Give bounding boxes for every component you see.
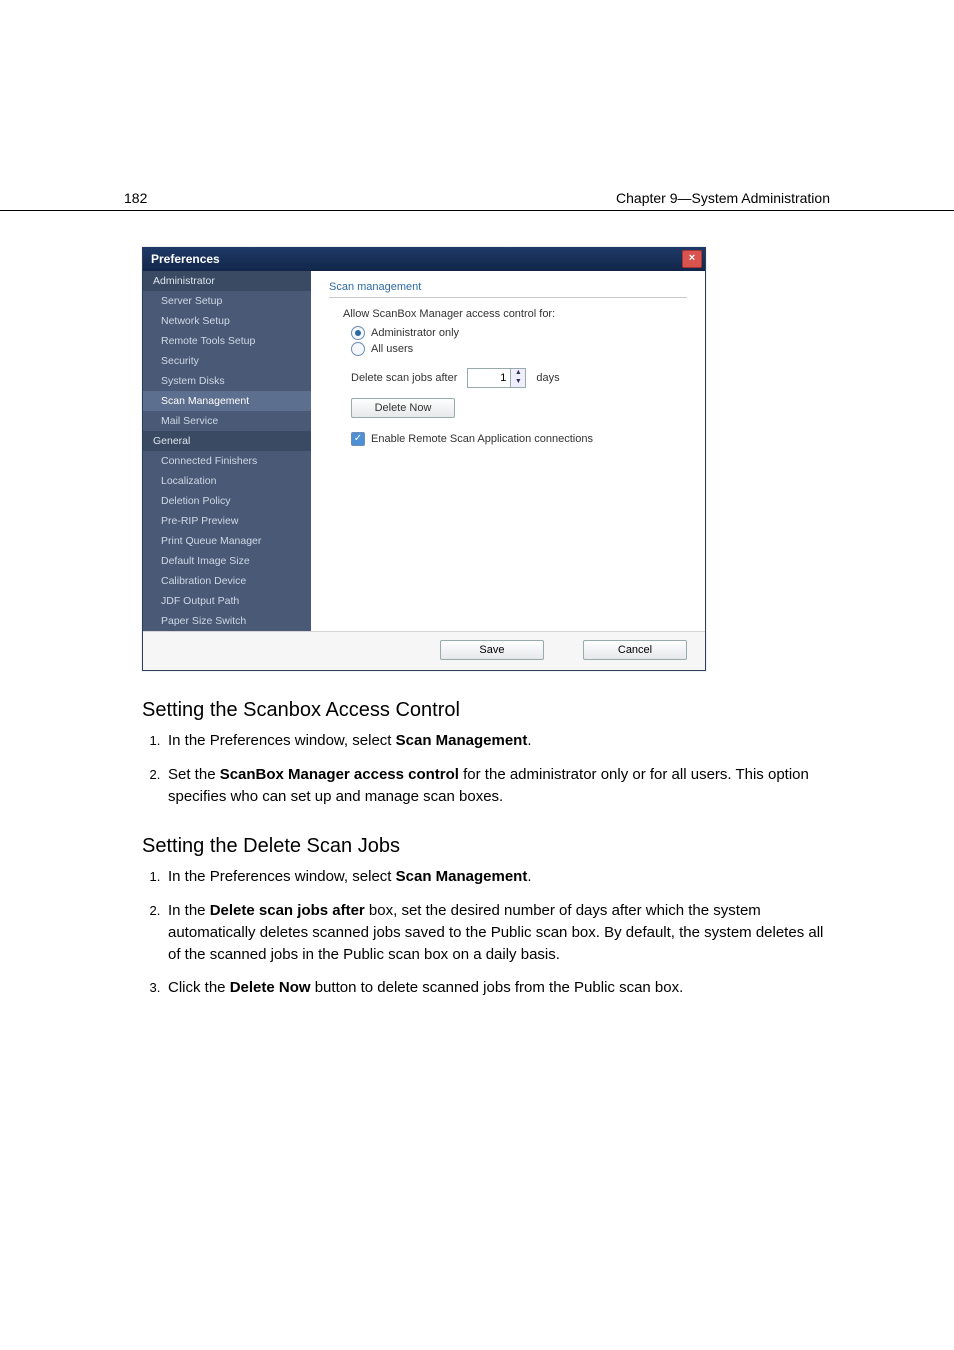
- section-heading-scanbox-access: Setting the Scanbox Access Control: [142, 699, 830, 722]
- sidebar-item-remote-tools-setup[interactable]: Remote Tools Setup: [143, 331, 311, 351]
- delete-after-label: Delete scan jobs after: [351, 372, 457, 384]
- sidebar-item-scan-management[interactable]: Scan Management: [143, 391, 311, 411]
- bold-text: Scan Management: [396, 868, 528, 885]
- radio-administrator-only[interactable]: Administrator only: [351, 326, 687, 340]
- chapter-title: Chapter 9—System Administration: [616, 190, 830, 206]
- page-header: 182 Chapter 9—System Administration: [0, 0, 954, 211]
- checkbox-icon: [351, 432, 365, 446]
- sidebar-item-jdf-output-path[interactable]: JDF Output Path: [143, 591, 311, 611]
- sidebar-group-general: General: [143, 431, 311, 451]
- radio-icon: [351, 342, 365, 356]
- save-button[interactable]: Save: [440, 640, 544, 660]
- list-item: Set the ScanBox Manager access control f…: [164, 764, 830, 808]
- bold-text: Scan Management: [396, 732, 528, 749]
- sidebar-item-system-disks[interactable]: System Disks: [143, 371, 311, 391]
- delete-days-input[interactable]: [468, 369, 510, 387]
- checkbox-label: Enable Remote Scan Application connectio…: [371, 433, 593, 445]
- text: In the Preferences window, select: [168, 732, 396, 749]
- sidebar-item-server-setup[interactable]: Server Setup: [143, 291, 311, 311]
- sidebar-item-localization[interactable]: Localization: [143, 471, 311, 491]
- delete-days-stepper[interactable]: ▲ ▼: [467, 368, 526, 388]
- dialog-title: Preferences: [151, 252, 220, 266]
- dialog-footer: Save Cancel: [143, 631, 705, 670]
- cancel-button[interactable]: Cancel: [583, 640, 687, 660]
- stepper-down-icon[interactable]: ▼: [511, 378, 525, 387]
- list-item: In the Delete scan jobs after box, set t…: [164, 900, 830, 965]
- sidebar-item-mail-service[interactable]: Mail Service: [143, 411, 311, 431]
- sidebar-item-connected-finishers[interactable]: Connected Finishers: [143, 451, 311, 471]
- radio-all-users[interactable]: All users: [351, 342, 687, 356]
- access-control-label: Allow ScanBox Manager access control for…: [343, 308, 687, 320]
- text: Click the: [168, 979, 230, 996]
- stepper-up-icon[interactable]: ▲: [511, 369, 525, 378]
- close-icon[interactable]: ×: [682, 250, 702, 268]
- sidebar-item-calibration-device[interactable]: Calibration Device: [143, 571, 311, 591]
- page-number: 182: [124, 190, 147, 206]
- list-item: In the Preferences window, select Scan M…: [164, 730, 830, 752]
- radio-label: Administrator only: [371, 327, 459, 339]
- delete-days-unit: days: [536, 372, 559, 384]
- preferences-dialog: Preferences × Administrator Server Setup…: [142, 247, 706, 671]
- section-heading-delete-scan-jobs: Setting the Delete Scan Jobs: [142, 835, 830, 858]
- sidebar-item-security[interactable]: Security: [143, 351, 311, 371]
- enable-remote-scan-checkbox[interactable]: Enable Remote Scan Application connectio…: [351, 432, 687, 446]
- sidebar-group-administrator: Administrator: [143, 271, 311, 291]
- sidebar-item-print-queue-manager[interactable]: Print Queue Manager: [143, 531, 311, 551]
- sidebar-item-pre-rip-preview[interactable]: Pre-RIP Preview: [143, 511, 311, 531]
- text: In the: [168, 902, 210, 919]
- panel-section-title: Scan management: [329, 281, 687, 298]
- steps-list: In the Preferences window, select Scan M…: [142, 866, 830, 999]
- scan-management-panel: Scan management Allow ScanBox Manager ac…: [311, 271, 705, 631]
- list-item: Click the Delete Now button to delete sc…: [164, 977, 830, 999]
- content-area: Preferences × Administrator Server Setup…: [0, 211, 954, 999]
- delete-now-button[interactable]: Delete Now: [351, 398, 455, 418]
- steps-list: In the Preferences window, select Scan M…: [142, 730, 830, 807]
- sidebar-item-paper-size-switch[interactable]: Paper Size Switch: [143, 611, 311, 631]
- radio-label: All users: [371, 343, 413, 355]
- text: In the Preferences window, select: [168, 868, 396, 885]
- sidebar-item-default-image-size[interactable]: Default Image Size: [143, 551, 311, 571]
- sidebar-item-deletion-policy[interactable]: Deletion Policy: [143, 491, 311, 511]
- sidebar-item-network-setup[interactable]: Network Setup: [143, 311, 311, 331]
- text: .: [527, 732, 531, 749]
- preferences-sidebar: Administrator Server Setup Network Setup…: [143, 271, 311, 631]
- radio-icon: [351, 326, 365, 340]
- text: Set the: [168, 766, 220, 783]
- text: button to delete scanned jobs from the P…: [311, 979, 684, 996]
- dialog-titlebar: Preferences ×: [143, 247, 705, 271]
- bold-text: Delete Now: [230, 979, 311, 996]
- bold-text: Delete scan jobs after: [210, 902, 365, 919]
- list-item: In the Preferences window, select Scan M…: [164, 866, 830, 888]
- text: .: [527, 868, 531, 885]
- bold-text: ScanBox Manager access control: [220, 766, 459, 783]
